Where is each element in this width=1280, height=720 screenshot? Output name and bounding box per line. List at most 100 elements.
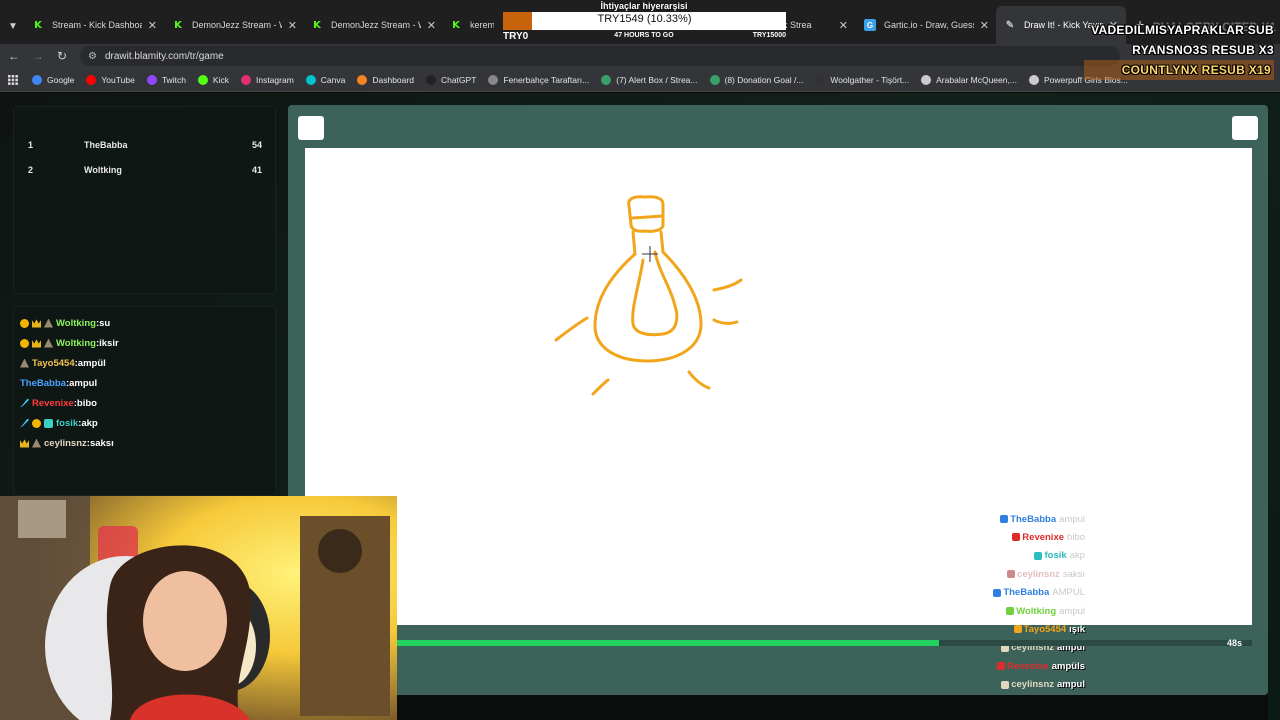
bookmark-label: Woolgather - Tişört... [830,74,910,85]
bookmark-label: YouTube [101,74,135,85]
apps-grid-icon[interactable] [8,74,18,85]
tools-button[interactable] [298,116,324,140]
webcam-image [0,496,397,720]
stream-chat-username: ceylinsnz [1011,679,1055,691]
bookmark-item[interactable]: (8) Donation Goal /... [709,74,803,85]
chat-username[interactable]: fosik [56,418,78,429]
bookmark-favicon-icon [488,74,499,85]
circle-badge-icon [32,418,41,428]
tab-close-icon[interactable]: ✕ [980,19,989,32]
browser-tab[interactable]: K DemonJezz Stream - Wat ✕ [303,6,444,44]
hat-badge-icon [32,438,41,448]
bookmark-item[interactable]: Twitch [146,74,186,85]
goal-time-left: 47 HOURS TO GO [614,32,674,39]
chat-username[interactable]: ceylinsnz [44,438,87,449]
stream-chat-username: Revenixe [1022,531,1065,543]
bookmark-favicon-icon [146,74,157,85]
circle-badge-icon [20,338,29,348]
url-input[interactable]: ⚙ drawit.blamity.com/tr/game [80,46,1120,66]
url-text: drawit.blamity.com/tr/game [104,50,224,62]
bookmark-label: Fenerbahçe Taraftarı... [503,74,590,85]
browser-tab[interactable]: Kkeremturke [442,6,502,44]
bookmark-item[interactable]: Arabalar McQueen,... [921,74,1017,85]
tab-close-icon[interactable]: ✕ [288,19,297,32]
stream-chat-text: saksı [1062,568,1085,580]
stream-chat-username: ceylinsnz [1017,568,1060,580]
site-info-icon[interactable]: ⚙ [88,51,97,62]
chat-text: iksir [99,337,119,349]
bookmark-item[interactable]: Kick [197,74,229,85]
stream-chat-message: Tayo5454 ışık [1013,620,1085,638]
round-timer-fill [305,640,940,646]
kick-favicon-icon: K [313,19,321,31]
bookmark-item[interactable]: YouTube [86,74,135,85]
browser-tab[interactable]: G Gartic.io - Draw, Guess, W ✕ [856,6,997,44]
bookmark-label: Arabalar McQueen,... [936,74,1017,85]
leaderboard-row: 2 Woltking 41 [28,165,262,183]
bookmarks-list: Google YouTube Twitch Kick Instagram Canva Das… [32,74,1140,85]
leaderboard-score: 54 [251,140,262,150]
bookmark-item[interactable]: Fenerbahçe Taraftarı... [488,74,590,85]
alert-line: COUNTLYNX RESUB X19 [1084,60,1274,80]
bookmark-label: Google [47,74,75,85]
browser-tab[interactable]: K DemonJezz Stream - Wat ✕ [164,6,305,44]
bookmark-item[interactable]: Instagram [240,74,294,85]
bookmark-item[interactable]: (7) Alert Box / Strea... [601,74,698,85]
stream-chat-message: ceylinsnz saksı [1007,565,1085,583]
stream-chat-username: TheBabba [1003,587,1050,599]
bookmark-favicon-icon [86,74,97,85]
hat-badge-icon [20,358,29,368]
chat-username[interactable]: TheBabba [20,378,66,389]
back-arrow-icon[interactable]: ← [6,48,22,64]
leaderboard-rank: 2 [28,165,34,175]
circle-badge-icon [20,318,29,328]
user-badge-icon [1001,680,1010,689]
forward-arrow-icon[interactable]: → [30,48,46,64]
sword-badge-icon [20,418,29,428]
game-footer [288,695,1268,720]
crown-badge-icon [20,439,29,448]
chat-text: ampul [69,377,98,389]
drawing-canvas[interactable] [305,148,1252,625]
chat-username[interactable]: Revenixe [32,398,74,409]
tab-close-icon[interactable]: ✕ [427,19,436,32]
browser-tab[interactable]: K Stream - Kick Dashboard ✕ [24,6,165,44]
reload-icon[interactable]: ↻ [54,48,70,64]
stream-chat-text: AMPUL [1052,587,1085,599]
grid-badge-icon [44,418,53,428]
chat-message: Revenixe: bibo [20,394,97,412]
stream-chat-message: TheBabba ampul [1000,510,1085,528]
bookmark-label: Kick [212,74,229,85]
crown-badge-icon [32,319,41,328]
chat-message: TheBabba: ampul [20,374,97,392]
leaderboard-panel: 1 TheBabba 54 2 Woltking 41 [13,106,276,294]
bookmark-item[interactable]: ChatGPT [425,74,476,85]
user-badge-icon [1034,551,1043,560]
bookmark-favicon-icon [32,74,42,85]
round-timer-bar [305,640,1252,646]
tab-close-icon[interactable]: ✕ [839,19,848,32]
tab-search-icon[interactable]: ▼ [4,17,22,35]
stream-chat-username: Revenixe [1007,660,1049,672]
donation-goal-overlay: İhtiyaçlar hiyerarşisi TRY1549 (10.33%) … [500,0,788,42]
gartic-favicon-icon: G [864,19,876,31]
stream-chat-message: Revenixe ampüls [997,657,1085,675]
chat-username[interactable]: Woltking [56,338,96,349]
tab-close-icon[interactable]: ✕ [148,19,157,32]
bookmark-item[interactable]: Dashboard [357,74,414,85]
stream-chat-username: fosik [1044,550,1067,562]
bookmark-favicon-icon [197,74,208,85]
bookmark-item[interactable]: Woolgather - Tişört... [815,74,910,85]
chat-username[interactable]: Woltking [56,318,96,329]
user-badge-icon [1006,607,1015,615]
bookmark-favicon-icon [425,74,436,85]
chat-text: saksı [89,437,114,449]
kick-favicon-icon: K [174,19,182,31]
goal-target-label: TRY15000 [752,32,786,39]
settings-button[interactable] [1232,116,1258,140]
chat-username[interactable]: Tayo5454 [32,358,75,369]
bookmark-item[interactable]: Google [32,74,75,85]
stream-chat-text: akp [1069,550,1085,562]
bookmark-favicon-icon [1028,74,1039,85]
bookmark-item[interactable]: Canva [305,74,345,85]
